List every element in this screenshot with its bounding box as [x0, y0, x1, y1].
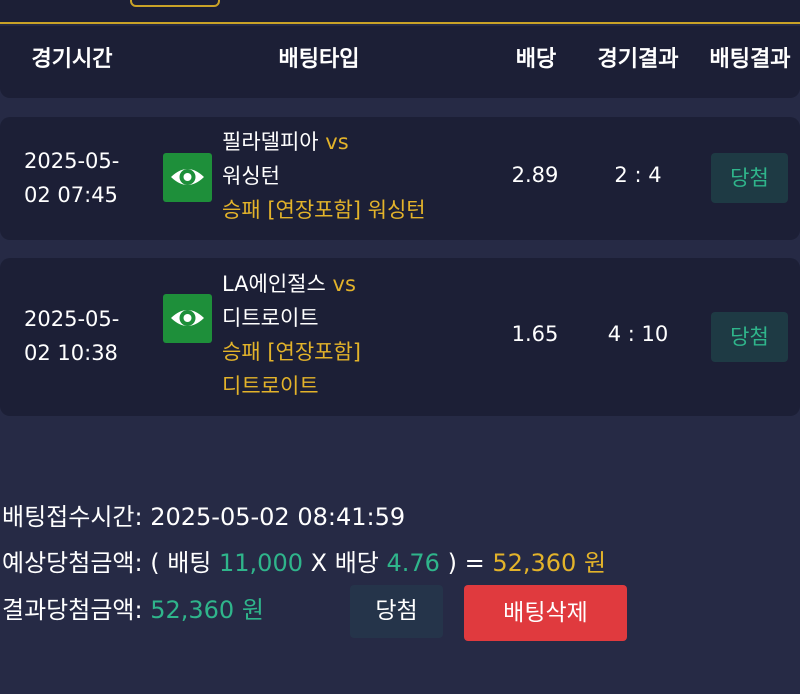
- view-details-button[interactable]: [163, 294, 212, 343]
- expected-payout-line: 예상당첨금액: ( 배팅 11,000 X 배당 4.76 ) = 52,360…: [2, 546, 606, 580]
- game-datetime: 2025-05- 02 07:45: [24, 144, 119, 212]
- bet-selection-team: 디트로이트: [222, 374, 319, 398]
- bet-selection: 승패 [연장포함] 워싱턴: [222, 198, 426, 222]
- result-payout: 52,360 원: [150, 596, 264, 624]
- bet-result-badge: 당첨: [711, 312, 788, 362]
- away-team: 디트로이트: [222, 306, 319, 330]
- game-date: 2025-05-: [24, 307, 120, 331]
- match-info: LA에인절스 vs 디트로이트 승패 [연장포함] 디트로이트: [222, 267, 361, 403]
- received-value: 2025-05-02 08:41:59: [150, 503, 406, 531]
- game-time: 02 10:38: [24, 341, 118, 365]
- odds-value: 1.65: [511, 322, 559, 346]
- game-datetime: 2025-05- 02 10:38: [24, 302, 119, 370]
- received-label: 배팅접수시간:: [2, 503, 143, 531]
- win-status-button[interactable]: 당첨: [350, 585, 443, 638]
- top-tab[interactable]: [130, 0, 220, 7]
- header-bet-result: 배팅결과: [709, 47, 791, 72]
- bet-row: 2025-05- 02 07:45 필라델피아 vs 워싱턴 승패 [연장포함]…: [0, 117, 800, 240]
- game-date: 2025-05-: [24, 149, 120, 173]
- game-time: 02 07:45: [24, 183, 118, 207]
- delete-bet-button[interactable]: 배팅삭제: [464, 585, 627, 641]
- eye-icon: [171, 169, 204, 185]
- eye-icon: [171, 310, 204, 326]
- vs-label: vs: [325, 130, 349, 154]
- header-odds: 배당: [515, 47, 557, 72]
- result-payout-line: 결과당첨금액: 52,360 원: [2, 593, 264, 627]
- expected-label: 예상당첨금액:: [2, 549, 143, 577]
- header-bet-type: 배팅타입: [278, 47, 360, 72]
- odds-separator: X 배당: [310, 549, 379, 577]
- expected-open: ( 배팅: [150, 549, 212, 577]
- game-score: 2 : 4: [614, 163, 662, 187]
- bet-amount: 11,000: [219, 549, 303, 577]
- bet-selection: 승패 [연장포함]: [222, 340, 361, 364]
- header-time: 경기시간: [31, 47, 113, 72]
- home-team: 필라델피아: [222, 130, 319, 154]
- received-time-line: 배팅접수시간: 2025-05-02 08:41:59: [2, 500, 405, 534]
- view-details-button[interactable]: [163, 153, 212, 202]
- odds-value: 2.89: [511, 163, 559, 187]
- match-info: 필라델피아 vs 워싱턴 승패 [연장포함] 워싱턴: [222, 125, 426, 227]
- game-score: 4 : 10: [607, 322, 669, 346]
- expected-close: ) =: [447, 549, 485, 577]
- home-team: LA에인절스: [222, 272, 326, 296]
- bet-result-badge: 당첨: [711, 153, 788, 203]
- vs-label: vs: [332, 272, 356, 296]
- result-label: 결과당첨금액:: [2, 596, 143, 624]
- away-team: 워싱턴: [222, 164, 280, 188]
- table-header: 경기시간 배팅타입 배당 경기결과 배팅결과: [0, 26, 800, 98]
- bet-row: 2025-05- 02 10:38 LA에인절스 vs 디트로이트 승패 [연장…: [0, 258, 800, 416]
- header-game-result: 경기결과: [597, 47, 679, 72]
- total-odds: 4.76: [386, 549, 440, 577]
- expected-payout: 52,360 원: [492, 549, 607, 577]
- top-bar: [0, 0, 800, 24]
